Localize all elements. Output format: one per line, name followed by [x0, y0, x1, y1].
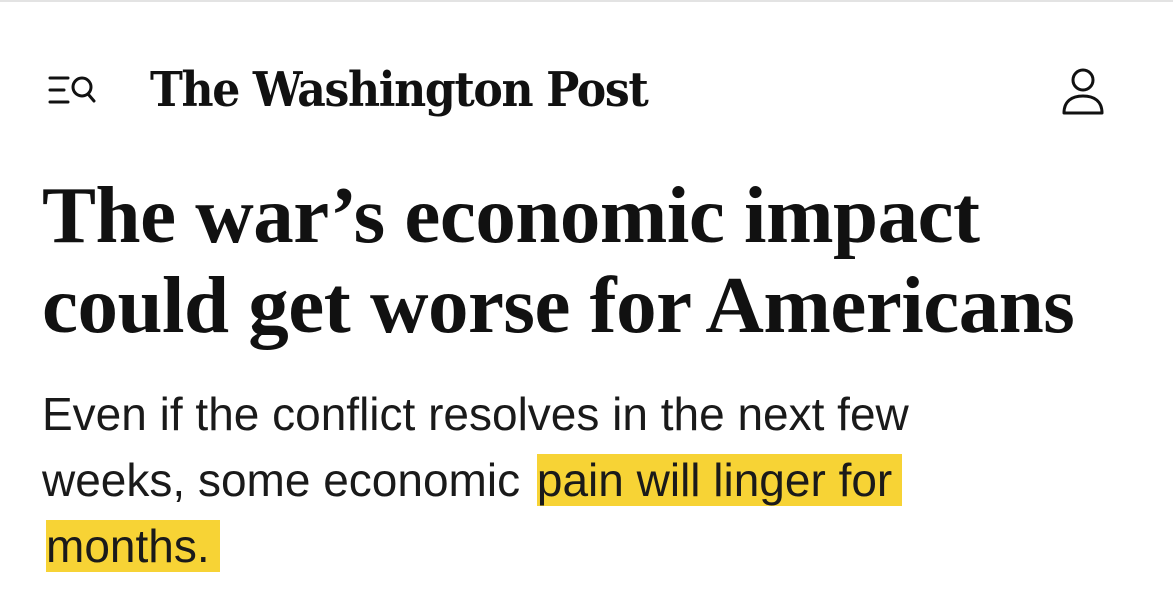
menu-search-button[interactable] — [46, 70, 98, 110]
menu-search-icon — [48, 76, 96, 104]
article-headline[interactable]: The war’s economic impact could get wors… — [42, 170, 1142, 350]
masthead: The Washington Post — [0, 58, 1173, 128]
top-divider — [0, 0, 1173, 2]
site-logo[interactable]: The Washington Post — [150, 58, 649, 122]
account-button[interactable] — [1058, 66, 1108, 116]
article-dek: Even if the conflict resolves in the nex… — [42, 381, 1042, 579]
user-icon — [1062, 68, 1104, 115]
